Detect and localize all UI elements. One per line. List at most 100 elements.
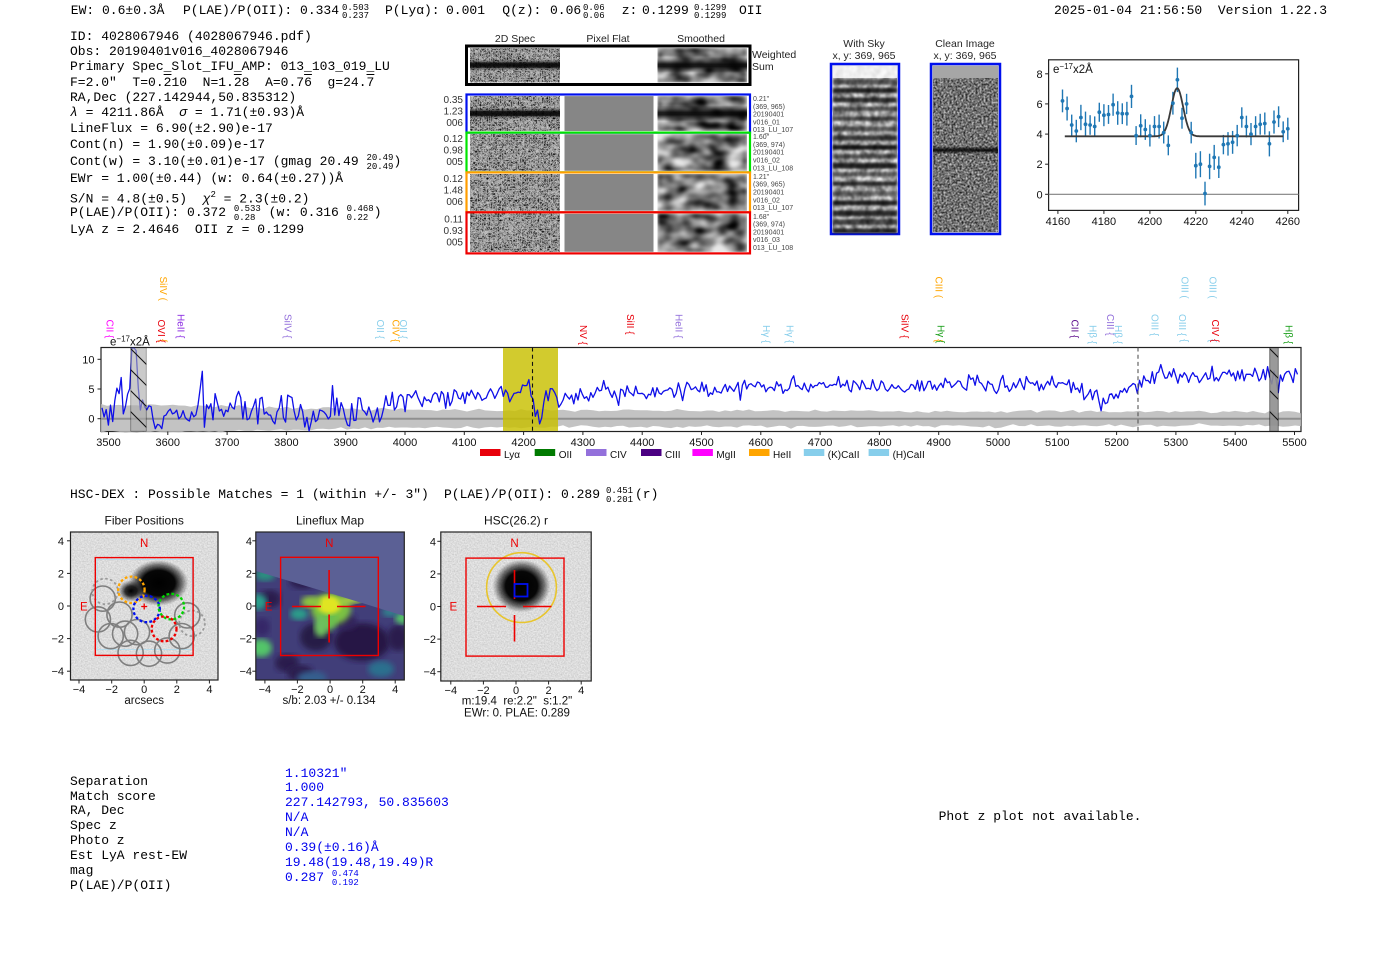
svg-text:OII {: OII {	[397, 320, 408, 340]
svg-text:20190401: 20190401	[753, 190, 784, 197]
svg-text:3800: 3800	[274, 437, 298, 449]
svg-text:Hγ {: Hγ {	[935, 325, 946, 344]
svg-text:2D Spec: 2D Spec	[495, 33, 535, 45]
svg-text:(H)CaII: (H)CaII	[893, 450, 925, 461]
svg-text:4200: 4200	[1138, 216, 1162, 228]
svg-text:006: 006	[446, 197, 463, 208]
svg-text:5: 5	[88, 384, 94, 396]
svg-text:e−17x2Å: e−17x2Å	[110, 334, 150, 349]
svg-text:Hγ {: Hγ {	[784, 325, 795, 344]
svg-text:4240: 4240	[1230, 216, 1254, 228]
svg-text:OII {: OII {	[374, 320, 385, 340]
svg-text:v016_03: v016_03	[753, 237, 780, 244]
svg-text:SiIV (: SiIV (	[157, 277, 168, 302]
svg-text:20190401: 20190401	[753, 229, 784, 236]
svg-text:4: 4	[430, 536, 436, 548]
svg-text:5500: 5500	[1282, 437, 1306, 449]
svg-text:0: 0	[1036, 189, 1042, 201]
svg-text:4220: 4220	[1184, 216, 1208, 228]
svg-text:−2: −2	[239, 634, 252, 646]
svg-text:Clean Image: Clean Image	[935, 38, 995, 50]
svg-text:013_LU_108: 013_LU_108	[753, 165, 793, 172]
svg-text:4: 4	[206, 684, 212, 696]
svg-text:3500: 3500	[96, 437, 120, 449]
svg-text:013_LU_107: 013_LU_107	[753, 205, 793, 212]
svg-text:OVI {: OVI {	[155, 320, 166, 344]
svg-text:N: N	[325, 538, 333, 550]
svg-text:m:19.4 re:2.2" s:1.2": m:19.4 re:2.2" s:1.2"	[462, 696, 572, 708]
svg-text:−4: −4	[445, 685, 458, 697]
svg-text:−4: −4	[51, 666, 64, 678]
svg-text:4: 4	[1036, 129, 1042, 141]
svg-text:Hβ {: Hβ {	[1112, 325, 1123, 345]
svg-text:8: 8	[1036, 69, 1042, 81]
svg-text:Lyα: Lyα	[504, 450, 520, 461]
svg-text:With Sky: With Sky	[843, 38, 885, 50]
svg-text:E: E	[450, 602, 458, 614]
svg-text:CIII (: CIII (	[933, 277, 944, 299]
svg-text:HeII {: HeII {	[673, 314, 684, 339]
svg-text:4500: 4500	[689, 437, 713, 449]
svg-text:2: 2	[246, 568, 252, 580]
svg-text:1.21": 1.21"	[753, 174, 770, 181]
svg-text:006: 006	[446, 118, 463, 129]
svg-text:OII: OII	[559, 450, 572, 461]
svg-text:Smoothed: Smoothed	[677, 33, 725, 45]
svg-text:Fiber Positions: Fiber Positions	[105, 514, 184, 528]
svg-text:0.12: 0.12	[444, 134, 464, 145]
svg-text:CII {: CII {	[1069, 320, 1080, 340]
svg-text:CIV {: CIV {	[1209, 320, 1220, 343]
svg-text:(369, 974): (369, 974)	[753, 142, 785, 149]
svg-text:(369, 974): (369, 974)	[753, 222, 785, 229]
svg-text:HeII {: HeII {	[175, 314, 186, 339]
svg-text:CII {: CII {	[104, 320, 115, 340]
svg-text:4180: 4180	[1092, 216, 1116, 228]
svg-text:Lineflux Map: Lineflux Map	[296, 514, 364, 528]
svg-text:Pixel Flat: Pixel Flat	[586, 33, 629, 45]
svg-text:0.35: 0.35	[444, 95, 464, 106]
svg-text:5000: 5000	[986, 437, 1010, 449]
svg-text:v016_02: v016_02	[753, 197, 780, 204]
svg-text:v016_01: v016_01	[753, 119, 780, 126]
svg-text:CIV: CIV	[610, 450, 627, 461]
svg-text:4: 4	[246, 536, 252, 548]
svg-text:Weighted: Weighted	[752, 49, 796, 61]
svg-text:MgII: MgII	[716, 450, 735, 461]
svg-text:Sum: Sum	[752, 61, 774, 73]
svg-text:20190401: 20190401	[753, 150, 784, 157]
svg-text:3700: 3700	[215, 437, 239, 449]
svg-text:Hγ {: Hγ {	[760, 325, 771, 344]
svg-text:005: 005	[446, 157, 463, 168]
svg-text:OIII (: OIII (	[1207, 277, 1218, 300]
svg-text:N: N	[140, 538, 148, 550]
svg-text:OIII {: OIII {	[1149, 314, 1160, 337]
svg-text:HeII: HeII	[773, 450, 791, 461]
svg-text:0.12: 0.12	[444, 174, 464, 185]
svg-text:4200: 4200	[511, 437, 535, 449]
svg-text:Hβ {: Hβ {	[1087, 325, 1098, 345]
svg-text:−2: −2	[423, 634, 436, 646]
svg-text:arcsecs: arcsecs	[124, 695, 164, 707]
svg-text:−2: −2	[51, 634, 64, 646]
svg-text:3600: 3600	[156, 437, 180, 449]
svg-text:2: 2	[58, 568, 64, 580]
svg-text:x, y: 369, 965: x, y: 369, 965	[933, 50, 996, 62]
svg-text:HSC(26.2) r: HSC(26.2) r	[484, 514, 548, 528]
svg-text:4700: 4700	[808, 437, 832, 449]
svg-text:4000: 4000	[393, 437, 417, 449]
svg-text:EWr: 0. PLAE: 0.289: EWr: 0. PLAE: 0.289	[464, 708, 570, 720]
svg-text:013_LU_108: 013_LU_108	[753, 245, 793, 252]
svg-text:s/b: 2.03 +/- 0.134: s/b: 2.03 +/- 0.134	[282, 695, 376, 707]
svg-text:(K)CaII: (K)CaII	[828, 450, 860, 461]
svg-text:5300: 5300	[1164, 437, 1188, 449]
svg-text:(369, 965): (369, 965)	[753, 182, 785, 189]
svg-text:3900: 3900	[333, 437, 357, 449]
svg-text:x, y: 369, 965: x, y: 369, 965	[832, 50, 895, 62]
svg-text:005: 005	[446, 237, 463, 248]
svg-text:4600: 4600	[749, 437, 773, 449]
svg-text:5100: 5100	[1045, 437, 1069, 449]
svg-text:10: 10	[82, 354, 94, 366]
svg-text:4: 4	[578, 685, 584, 697]
svg-text:SiIV {: SiIV {	[282, 314, 293, 339]
svg-text:1.60": 1.60"	[753, 134, 770, 141]
